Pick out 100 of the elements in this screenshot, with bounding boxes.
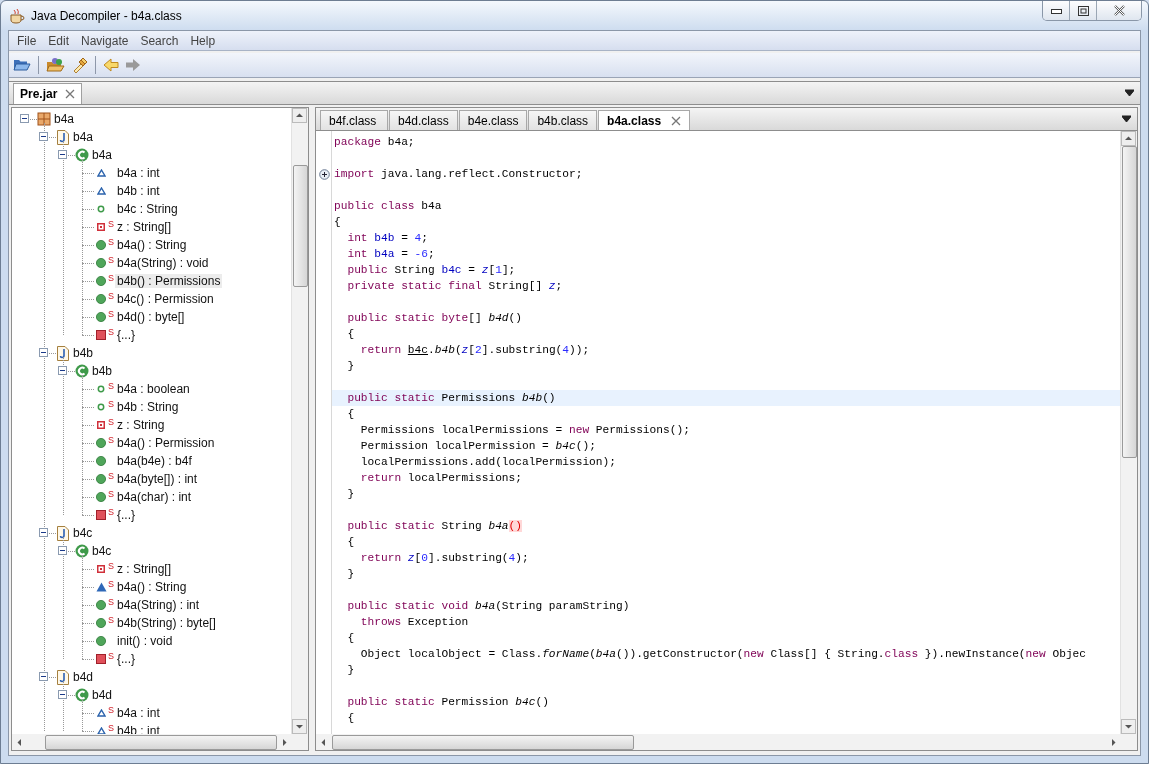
tree-item[interactable]: b4a(String) : void <box>115 256 211 270</box>
class-icon <box>75 364 89 378</box>
tree-item[interactable]: {...} <box>115 508 138 522</box>
editor-tab[interactable]: b4a.class <box>598 110 691 130</box>
code-line: { <box>346 407 356 422</box>
code-line: public class b4a <box>333 199 443 214</box>
tree-item[interactable]: b4a() : Permission <box>115 436 217 450</box>
code-line: public String b4c = z[1]; <box>346 263 517 278</box>
horizontal-scrollbar[interactable] <box>12 734 292 750</box>
triangle-icon <box>95 582 107 592</box>
editor-tab[interactable]: b4b.class <box>528 110 598 130</box>
tree-item[interactable]: z : String[] <box>115 562 174 576</box>
square-icon <box>96 654 106 664</box>
vertical-scrollbar[interactable] <box>1120 131 1137 734</box>
tree-toggle[interactable] <box>39 132 48 141</box>
tree-item[interactable]: b4a(String) : int <box>115 598 202 612</box>
maximize-button[interactable] <box>1069 1 1096 20</box>
tree-item[interactable]: b4c : String <box>115 202 180 216</box>
tree-item[interactable]: b4a <box>90 148 115 162</box>
tree-toggle[interactable] <box>58 366 67 375</box>
java-file-icon <box>57 525 69 541</box>
tree-item[interactable]: b4c <box>90 544 114 558</box>
tree-item[interactable]: b4a <box>52 112 77 126</box>
java-file-icon <box>57 669 69 685</box>
tree-item[interactable]: b4a() : String <box>115 580 189 594</box>
static-marker-label: S <box>108 489 114 499</box>
package-icon <box>37 112 51 126</box>
tree-item[interactable]: b4a(char) : int <box>115 490 194 504</box>
tree-item[interactable]: b4b(String) : byte[] <box>115 616 218 630</box>
tree-item[interactable]: b4a : int <box>115 706 162 720</box>
scroll-down-icon[interactable] <box>292 719 307 734</box>
minimize-button[interactable] <box>1043 1 1069 20</box>
code-line: return z[0].substring(4); <box>359 551 530 566</box>
close-icon[interactable] <box>671 115 682 126</box>
tree-item[interactable]: b4b : int <box>115 184 162 198</box>
tree-item[interactable]: init() : void <box>115 634 175 648</box>
scroll-up-icon[interactable] <box>1121 131 1136 146</box>
tree-item[interactable]: b4a(byte[]) : int <box>115 472 200 486</box>
tree-item[interactable]: b4a : boolean <box>115 382 192 396</box>
editor-tab[interactable]: b4d.class <box>389 110 458 130</box>
tree-item[interactable]: b4b : String <box>115 400 181 414</box>
square-icon <box>96 510 106 520</box>
menu-item[interactable]: File <box>11 32 43 49</box>
window-title: Java Decompiler - b4a.class <box>31 8 182 23</box>
circle-icon <box>96 438 106 448</box>
code-line: public static void b4a(String paramString) <box>346 599 631 614</box>
editor-tab[interactable]: b4f.class <box>320 110 388 130</box>
tree-item[interactable]: b4c() : Permission <box>115 292 216 306</box>
menu-item[interactable]: Edit <box>42 32 76 49</box>
flashlight-icon <box>72 57 88 73</box>
tree-item[interactable]: b4d <box>90 688 115 702</box>
menu-item[interactable]: Search <box>134 32 185 49</box>
tab-list-icon[interactable] <box>1125 89 1134 97</box>
tree-toggle[interactable] <box>20 114 29 123</box>
tree-item[interactable]: z : String <box>115 418 167 432</box>
toolbar-button[interactable] <box>101 55 121 75</box>
tree-toggle[interactable] <box>58 150 67 159</box>
editor-tab[interactable]: b4e.class <box>458 110 528 130</box>
toolbar-button[interactable] <box>44 55 68 75</box>
tree-toggle[interactable] <box>58 690 67 699</box>
circle-icon <box>96 240 106 250</box>
file-tab[interactable]: Pre.jar <box>13 83 83 104</box>
tree-item[interactable]: b4d <box>71 670 96 684</box>
vertical-scrollbar[interactable] <box>291 108 308 734</box>
tree-toggle[interactable] <box>58 546 67 555</box>
tree-item[interactable]: {...} <box>115 328 138 342</box>
static-marker-label: S <box>108 273 114 283</box>
horizontal-scrollbar[interactable] <box>316 734 1121 750</box>
scroll-thumb[interactable] <box>45 734 277 750</box>
tree-item[interactable]: b4a <box>71 130 96 144</box>
tree-item[interactable]: b4a() : String <box>115 238 189 252</box>
tree-item[interactable]: z : String[] <box>115 220 174 234</box>
code-line: { <box>346 535 356 550</box>
forward-arrow-icon <box>125 58 141 72</box>
menu-item[interactable]: Help <box>184 32 222 49</box>
close-button[interactable] <box>1096 1 1141 20</box>
tree-item[interactable]: b4c <box>71 526 95 540</box>
scroll-down-icon[interactable] <box>1121 719 1136 734</box>
code-line: import java.lang.reflect.Constructor; <box>333 167 584 182</box>
expand-fold-icon[interactable] <box>318 168 330 180</box>
tree-item[interactable]: b4a : int <box>115 166 162 180</box>
java-file-icon <box>57 129 69 145</box>
tree-toggle[interactable] <box>39 672 48 681</box>
tree-item[interactable]: b4d() : byte[] <box>115 310 187 324</box>
tab-list-icon[interactable] <box>1122 115 1131 123</box>
scroll-thumb[interactable] <box>1122 146 1137 458</box>
scroll-thumb[interactable] <box>332 734 634 750</box>
close-icon[interactable] <box>65 89 76 99</box>
tree-item[interactable]: {...} <box>115 652 138 666</box>
tree-toggle[interactable] <box>39 528 48 537</box>
static-marker-label: S <box>108 435 114 445</box>
tree-toggle[interactable] <box>39 348 48 357</box>
tree-item[interactable]: b4b <box>71 346 96 360</box>
tree-item[interactable]: b4b <box>90 364 115 378</box>
scroll-thumb[interactable] <box>293 165 308 287</box>
tree-item[interactable]: b4b() : Permissions <box>115 274 223 288</box>
tree-item[interactable]: b4a(b4e) : b4f <box>115 454 194 468</box>
scroll-up-icon[interactable] <box>292 108 307 123</box>
static-marker-label: S <box>108 615 114 625</box>
menu-item[interactable]: Navigate <box>75 32 135 49</box>
